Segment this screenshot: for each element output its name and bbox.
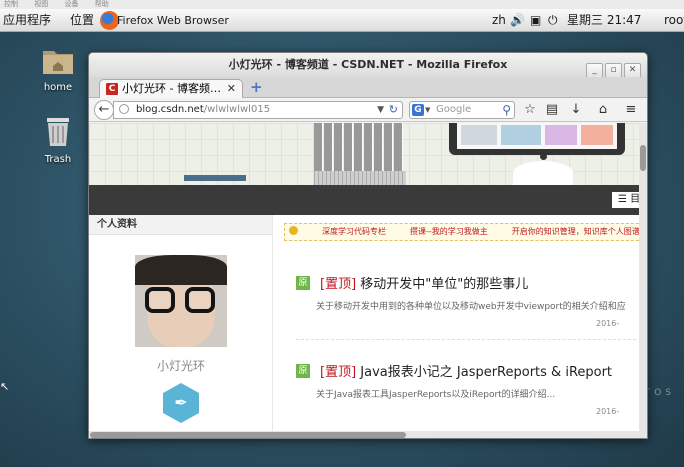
input-method-indicator[interactable]: zh <box>492 12 506 29</box>
url-bar[interactable]: blog.csdn.net/wlwlwlwl015 ▼ ↻ <box>113 101 403 119</box>
trash-icon <box>47 118 69 146</box>
post-summary: 关于移动开发中用到的各种单位以及移动web开发中viewport的相关介绍和应 <box>316 302 626 312</box>
horizontal-scrollbar[interactable] <box>89 431 647 438</box>
notice-link-1[interactable]: 深度学习代码专栏 <box>322 227 386 236</box>
folder-icon <box>43 51 73 74</box>
original-badge: 原 <box>296 364 310 378</box>
author-name[interactable]: 小灯光环 <box>89 357 273 374</box>
firefox-window: 小灯光环 - 博客频道 - CSDN.NET - Mozilla Firefox… <box>88 52 648 439</box>
pinned-tag: [置顶] <box>320 277 357 292</box>
google-engine-icon[interactable]: G <box>412 104 424 116</box>
url-path: /wlwlwlwl015 <box>203 104 271 115</box>
browser-tab[interactable]: C 小灯光环 - 博客频… ✕ <box>99 79 243 98</box>
lightbulb-icon <box>289 226 298 235</box>
post-date: 2016- <box>596 407 620 416</box>
downloads-icon[interactable]: ↓ <box>567 102 585 118</box>
notice-bar: 深度学习代码专栏 攒课--我的学习我做主 开启你的知识管理，知识库个人图谱上线 <box>284 223 639 241</box>
top-panel: 应用程序 位置 Firefox Web Browser zh 🔊 ▣ ⏻ 星期三… <box>0 9 684 32</box>
desktop-trash[interactable]: Trash <box>28 116 88 165</box>
tab-label: 小灯光环 - 博客频… <box>122 82 221 95</box>
search-placeholder: Google <box>436 104 472 115</box>
places-menu[interactable]: 位置 <box>70 12 94 29</box>
notice-link-2[interactable]: 攒课--我的学习我做主 <box>410 227 488 236</box>
applications-menu[interactable]: 应用程序 <box>3 12 51 29</box>
banner-rack-base <box>314 171 406 185</box>
mouse-cursor-icon: ↖ <box>0 380 10 393</box>
post-title-text[interactable]: Java报表小记之 JasperReports & iReport <box>360 365 612 380</box>
active-app-name[interactable]: Firefox Web Browser <box>117 12 229 29</box>
post-title[interactable]: [置顶] 移动开发中"单位"的那些事儿 <box>320 273 528 292</box>
network-icon[interactable]: ▣ <box>530 12 541 29</box>
tab-close-icon[interactable]: ✕ <box>227 80 236 98</box>
tab-strip: C 小灯光环 - 博客频… ✕ + <box>89 77 647 98</box>
navigation-toolbar: blog.csdn.net/wlwlwlwl015 ▼ ↻ ← G ▼ Goog… <box>89 98 647 122</box>
host-menu-control[interactable]: 控制 <box>4 0 18 8</box>
window-title: 小灯光环 - 博客频道 - CSDN.NET - Mozilla Firefox <box>228 58 508 71</box>
page-viewport[interactable]: ☰ 目 个人资料 小灯光环 ✒ 深度学习代码专栏 攒课--我的学习我做主 开启你的知… <box>89 123 639 431</box>
engine-dropdown-icon[interactable]: ▼ <box>425 102 430 118</box>
article-list: 深度学习代码专栏攒课--我的学习我做主开启你的知识管理，知识库个人图谱上线 原 … <box>274 215 639 431</box>
search-icon[interactable]: ⚲ <box>502 102 511 118</box>
post-summary: 关于Java报表工具JasperReports以及iReport的详细介绍... <box>316 390 556 400</box>
pinned-tag: [置顶] <box>320 365 357 380</box>
profile-heading: 个人资料 <box>89 215 272 235</box>
url-domain: blog.csdn.net <box>136 104 204 115</box>
host-menu-devices[interactable]: 设备 <box>64 0 78 8</box>
close-button[interactable]: ✕ <box>624 63 641 78</box>
avatar[interactable] <box>135 255 227 347</box>
original-badge: 原 <box>296 276 310 290</box>
blog-menu-button[interactable]: ☰ 目 <box>612 192 639 208</box>
blog-banner <box>89 123 639 185</box>
bookmarks-menu-icon[interactable]: ▤ <box>543 102 561 118</box>
csdn-favicon-icon: C <box>106 83 118 95</box>
new-tab-button[interactable]: + <box>250 78 263 96</box>
volume-icon[interactable]: 🔊 <box>510 12 525 29</box>
profile-sidebar: 个人资料 小灯光环 ✒ <box>89 215 273 431</box>
post-title-text[interactable]: 移动开发中"单位"的那些事儿 <box>360 277 528 292</box>
bookmark-star-icon[interactable]: ☆ <box>521 102 539 118</box>
host-menu-view[interactable]: 视图 <box>34 0 48 8</box>
post-title[interactable]: [置顶] Java报表小记之 JasperReports & iReport <box>320 361 612 380</box>
host-menubar: 控制 视图 设备 帮助 <box>0 0 684 9</box>
window-titlebar[interactable]: 小灯光环 - 博客频道 - CSDN.NET - Mozilla Firefox… <box>89 53 647 78</box>
vertical-scroll-thumb[interactable] <box>640 145 646 171</box>
horizontal-scroll-thumb[interactable] <box>90 432 406 438</box>
post-date: 2016- <box>596 319 620 328</box>
minimize-button[interactable]: _ <box>586 63 603 78</box>
back-button[interactable]: ← <box>94 100 114 120</box>
desktop-home-label: home <box>43 82 73 93</box>
power-icon[interactable]: ⏻ <box>548 12 558 29</box>
site-identity-icon[interactable] <box>119 104 129 114</box>
desktop-trash-label: Trash <box>44 154 72 165</box>
banner-desk-illustration <box>184 175 246 181</box>
notice-link-3[interactable]: 开启你的知识管理，知识库个人图谱上线 <box>512 227 639 236</box>
vertical-scrollbar[interactable] <box>639 123 647 431</box>
banner-monitor-illustration <box>449 123 625 155</box>
maximize-button[interactable]: ▫ <box>605 63 622 78</box>
feather-badge-icon[interactable]: ✒ <box>163 383 199 423</box>
host-menu-help[interactable]: 帮助 <box>95 0 109 8</box>
desktop-home[interactable]: home <box>28 46 88 93</box>
reload-icon[interactable]: ↻ <box>389 102 398 118</box>
search-bar[interactable]: G ▼ Google ⚲ <box>409 101 515 119</box>
menu-hamburger-icon[interactable]: ≡ <box>622 102 640 118</box>
url-history-dropdown-icon[interactable]: ▼ <box>377 102 384 118</box>
clock[interactable]: 星期三 21:47 <box>567 12 641 29</box>
blog-nav-bar: ☰ 目 <box>89 185 639 215</box>
home-icon[interactable]: ⌂ <box>594 102 612 118</box>
user-menu[interactable]: root <box>664 12 684 29</box>
